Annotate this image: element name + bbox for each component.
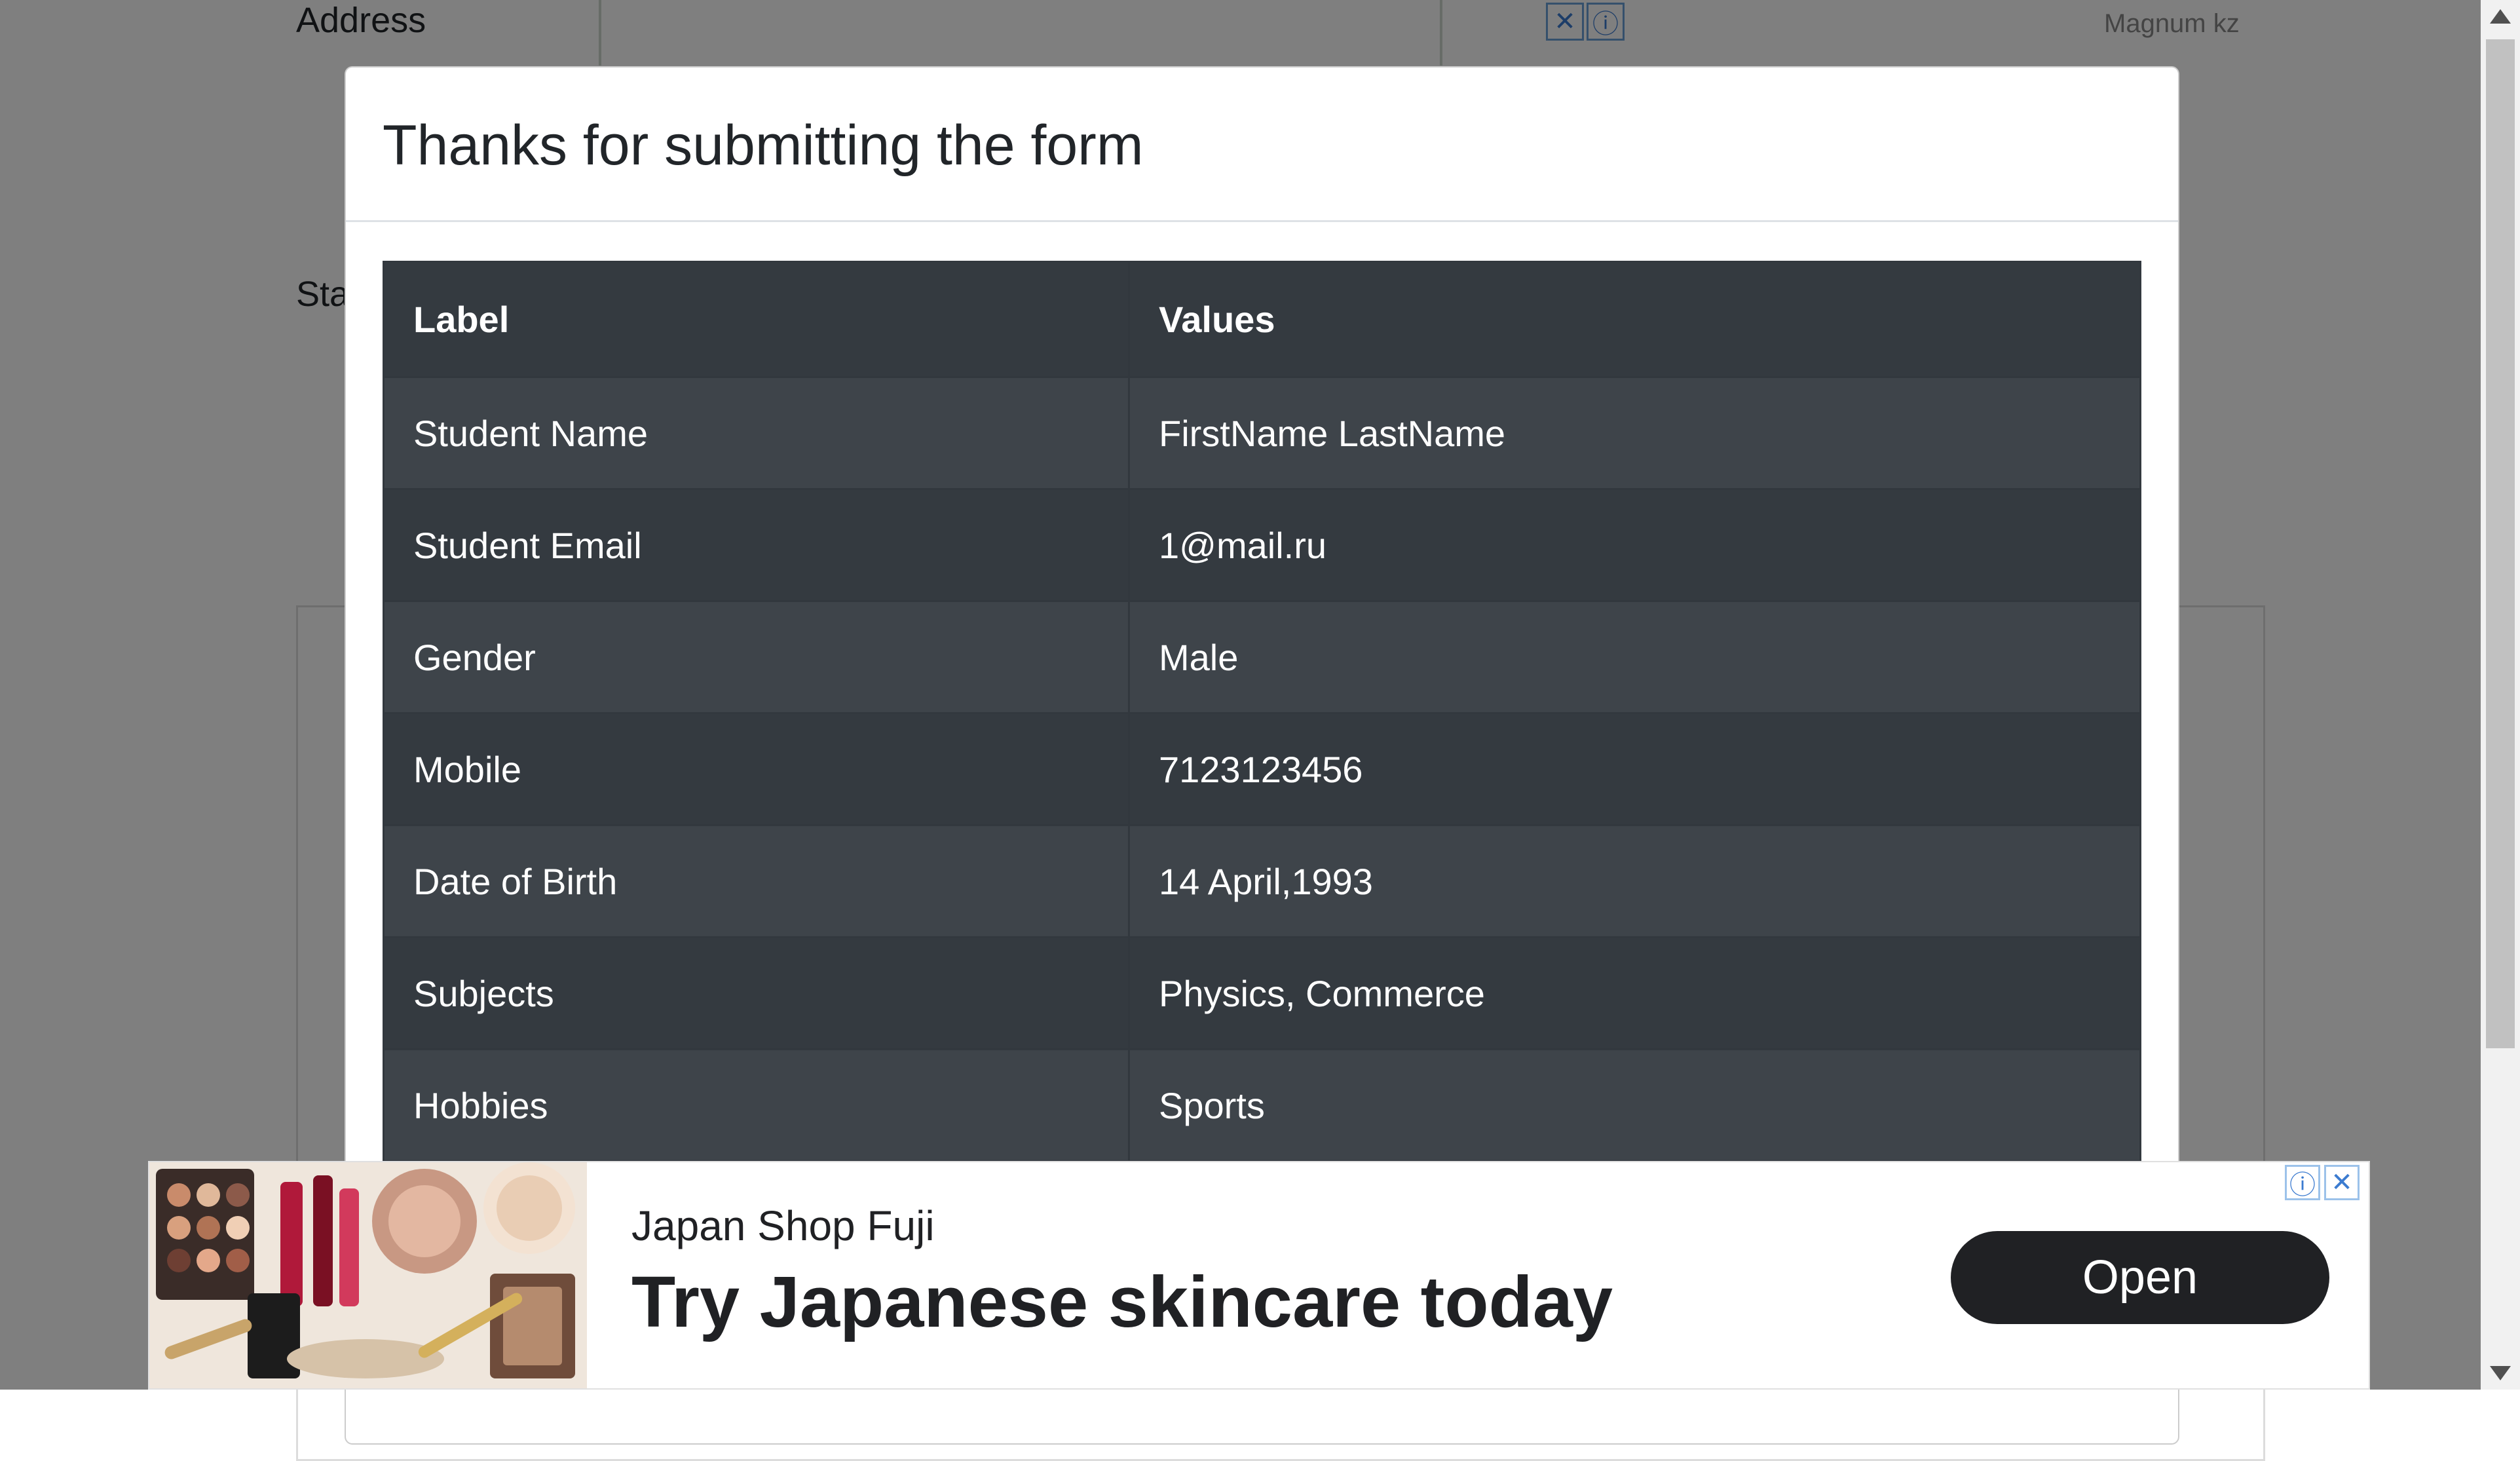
table-row: Mobile 7123123456 xyxy=(383,712,2141,826)
row-label: Subjects xyxy=(383,936,1130,1050)
row-value: Physics, Commerce xyxy=(1128,936,2141,1050)
scroll-up-arrow-icon[interactable] xyxy=(2490,9,2511,24)
scrollbar-thumb[interactable] xyxy=(2486,39,2515,1048)
row-value: FirstName LastName xyxy=(1128,376,2141,490)
table-row: Gender Male xyxy=(383,600,2141,714)
row-label: Hobbies xyxy=(383,1048,1130,1162)
row-label: Student Name xyxy=(383,376,1130,490)
column-header-label: Label xyxy=(383,261,1130,378)
row-value: 7123123456 xyxy=(1128,712,2141,826)
column-header-values: Values xyxy=(1128,261,2141,378)
ad-brand[interactable]: Japan Shop Fuji xyxy=(631,1202,935,1250)
modal-header: Thanks for submitting the form xyxy=(346,67,2178,222)
row-label: Mobile xyxy=(383,712,1130,826)
ad-open-button[interactable]: Open xyxy=(1951,1231,2329,1324)
modal-title: Thanks for submitting the form xyxy=(383,114,1144,177)
row-value: Sports xyxy=(1128,1048,2141,1162)
ad-banner[interactable]: Japan Shop Fuji Try Japanese skincare to… xyxy=(148,1161,2370,1390)
row-label: Student Email xyxy=(383,488,1130,602)
close-icon[interactable]: ✕ xyxy=(2324,1165,2360,1200)
scroll-down-arrow-icon[interactable] xyxy=(2490,1366,2511,1380)
info-icon[interactable]: ⓘ xyxy=(2285,1165,2320,1200)
page-scrollbar[interactable] xyxy=(2481,0,2520,1390)
table-row: Hobbies Sports xyxy=(383,1048,2141,1162)
ad-controls[interactable]: ⓘ ✕ xyxy=(2285,1165,2360,1200)
ad-headline[interactable]: Try Japanese skincare today xyxy=(631,1261,1613,1344)
table-row: Subjects Physics, Commerce xyxy=(383,936,2141,1050)
row-value: 14 April,1993 xyxy=(1128,824,2141,938)
table-row: Student Email 1@mail.ru xyxy=(383,488,2141,602)
submission-table: Label Values Student Name FirstName Last… xyxy=(383,261,2141,1162)
table-row: Student Name FirstName LastName xyxy=(383,376,2141,490)
table-header-row: Label Values xyxy=(383,261,2141,378)
ad-cosmetics-image[interactable] xyxy=(149,1162,587,1388)
table-row: Date of Birth 14 April,1993 xyxy=(383,824,2141,938)
row-label: Gender xyxy=(383,600,1130,714)
row-value: 1@mail.ru xyxy=(1128,488,2141,602)
submission-table-wrapper: Label Values Student Name FirstName Last… xyxy=(383,261,2141,1162)
row-label: Date of Birth xyxy=(383,824,1130,938)
row-value: Male xyxy=(1128,600,2141,714)
